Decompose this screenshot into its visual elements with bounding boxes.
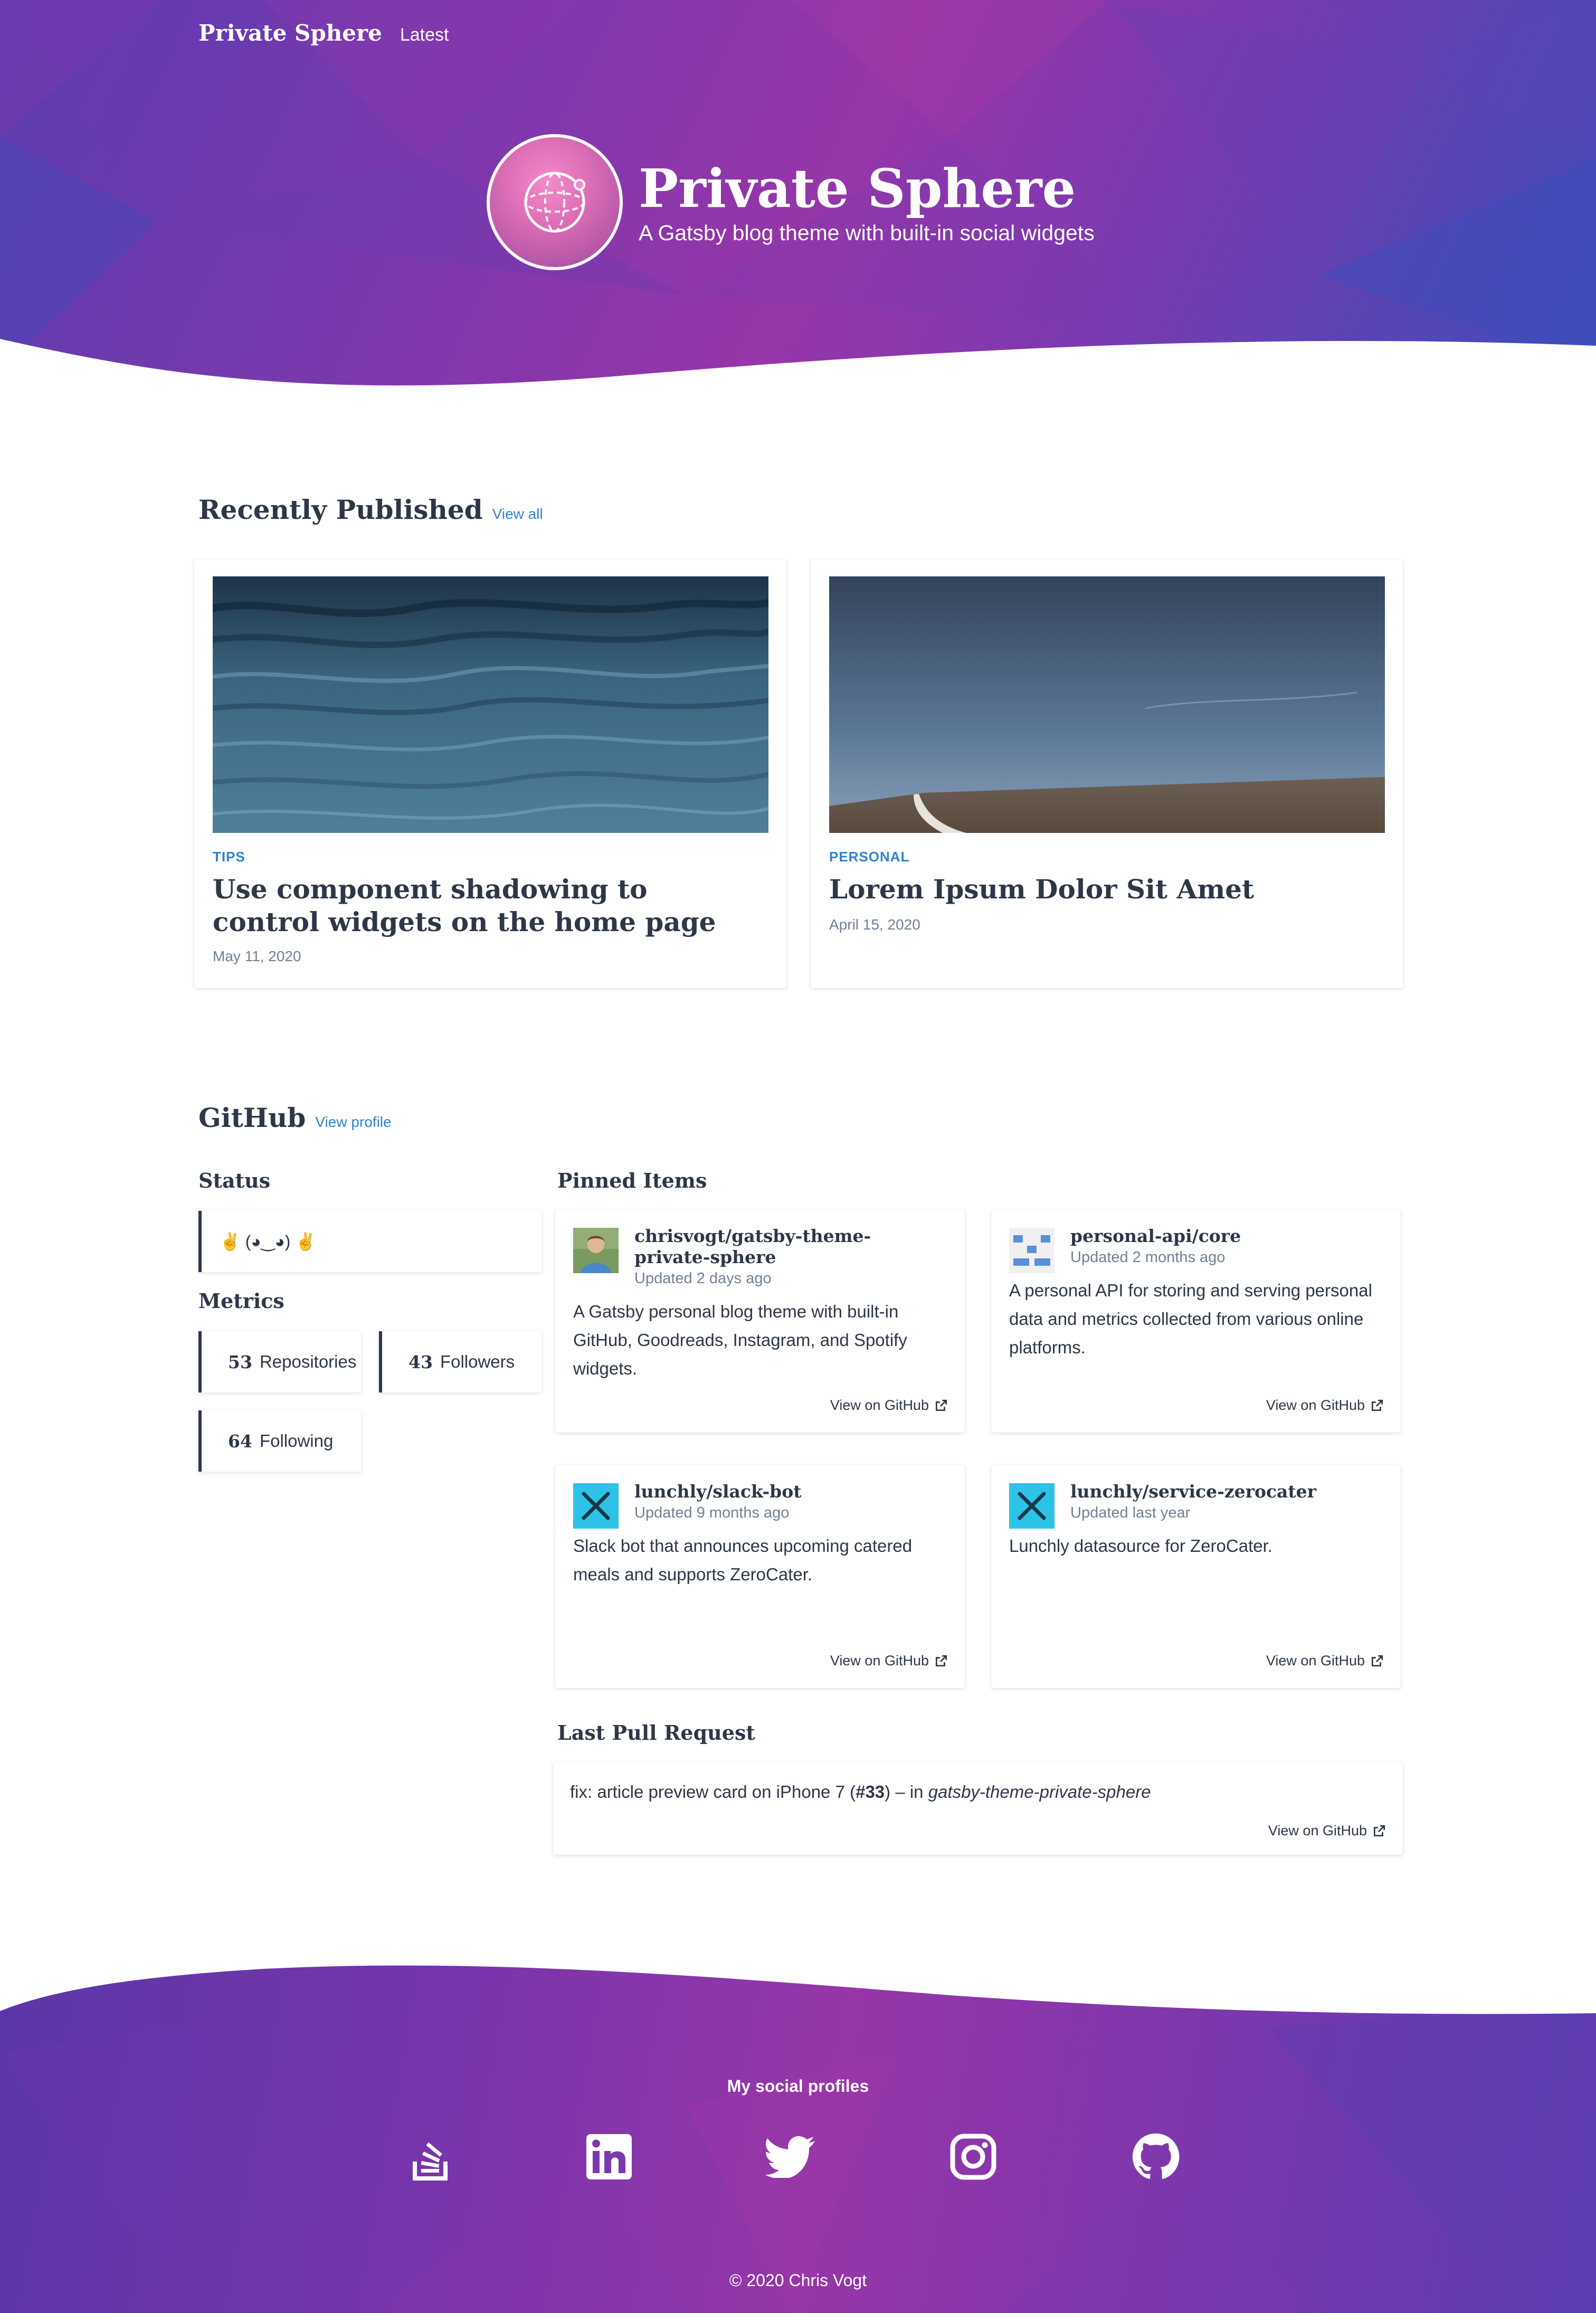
link-label: View on GitHub: [1268, 1823, 1367, 1838]
repo-card: lunchly/service-zerocater Updated last y…: [991, 1465, 1401, 1688]
hero-wave: [0, 339, 1596, 406]
external-link-icon: [935, 1655, 947, 1666]
metric-value: 43: [408, 1351, 433, 1372]
metric-repositories: 53 Repositories: [198, 1331, 361, 1392]
recent-title: Recently Published: [198, 494, 483, 525]
article-category[interactable]: PERSONAL: [829, 849, 909, 865]
hero-header: Private Sphere Latest Private Sphere A G…: [0, 0, 1596, 406]
copyright: © 2020 Chris Vogt: [729, 2271, 867, 2290]
repo-avatar-fork-knife: [1009, 1483, 1054, 1529]
metric-following: 64 Following: [198, 1410, 361, 1472]
repo-card: lunchly/slack-bot Updated 9 months ago S…: [555, 1465, 965, 1688]
article-title[interactable]: Use component shadowing to control widge…: [213, 873, 762, 939]
site-title: Private Sphere: [639, 157, 1076, 220]
avatar: [487, 134, 623, 270]
metric-label: Followers: [440, 1352, 515, 1371]
repo-card: chrisvogt/gatsby-theme-private-sphere Up…: [555, 1210, 965, 1433]
view-on-github-link[interactable]: View on GitHub: [830, 1397, 948, 1414]
view-on-github-link[interactable]: View on GitHub: [1268, 1823, 1386, 1839]
metrics-title: Metrics: [198, 1289, 284, 1313]
repo-description: Lunchly datasource for ZeroCater.: [1009, 1536, 1272, 1556]
status-box: ✌️ (◕‿◕) ✌️: [198, 1211, 542, 1272]
repo-description: A Gatsby personal blog theme with built-…: [573, 1302, 907, 1378]
instagram-icon[interactable]: [947, 2130, 1000, 2183]
footer-wave: [0, 1948, 1596, 2014]
repo-updated: Updated 2 days ago: [634, 1270, 772, 1287]
link-label: View on GitHub: [1266, 1653, 1365, 1669]
sphere-icon: [524, 172, 585, 233]
view-all-link[interactable]: View all: [492, 506, 543, 523]
last-pr-card: fix: article preview card on iPhone 7 (#…: [553, 1762, 1403, 1855]
repo-updated: Updated 2 months ago: [1070, 1249, 1226, 1266]
repo-updated: Updated 9 months ago: [634, 1504, 790, 1521]
metric-label: Following: [259, 1431, 334, 1451]
external-link-icon: [1373, 1825, 1385, 1836]
metric-value: 53: [228, 1351, 252, 1372]
status-text: ✌️ (◕‿◕) ✌️: [220, 1232, 317, 1251]
article-date: April 15, 2020: [829, 916, 920, 933]
github-title: GitHub: [198, 1102, 306, 1133]
hero-identity: Private Sphere A Gatsby blog theme with …: [487, 134, 1095, 270]
site-subtitle: A Gatsby blog theme with built-in social…: [639, 220, 1095, 245]
brand-link[interactable]: Private Sphere: [198, 20, 382, 46]
article-category[interactable]: TIPS: [213, 849, 245, 865]
link-label: View on GitHub: [1266, 1397, 1365, 1413]
pinned-title: Pinned Items: [557, 1169, 707, 1192]
repo-name[interactable]: lunchly/service-zerocater: [1070, 1481, 1366, 1502]
pr-number[interactable]: #33: [856, 1782, 885, 1802]
repo-card: personal-api/core Updated 2 months ago A…: [991, 1210, 1401, 1433]
article-card-2[interactable]: PERSONAL Lorem Ipsum Dolor Sit Amet Apri…: [811, 560, 1403, 988]
github-header: GitHub View profile: [198, 1102, 392, 1133]
nav-latest-link[interactable]: Latest: [400, 25, 449, 45]
repo-name[interactable]: lunchly/slack-bot: [634, 1481, 930, 1502]
repo-description: A personal API for storing and serving p…: [1009, 1281, 1372, 1357]
repo-updated: Updated last year: [1070, 1504, 1191, 1521]
twitter-icon[interactable]: [764, 2130, 817, 2183]
footer: My social profiles © 2020 Chris Vogt: [0, 1948, 1596, 2313]
linkedin-icon[interactable]: [583, 2130, 635, 2183]
github-icon[interactable]: [1129, 2130, 1182, 2183]
link-label: View on GitHub: [830, 1397, 929, 1413]
link-label: View on GitHub: [830, 1653, 929, 1669]
repo-description: Slack bot that announces upcoming catere…: [573, 1536, 913, 1584]
article-image-ocean: [213, 576, 768, 833]
article-date: May 11, 2020: [213, 948, 301, 964]
repo-name[interactable]: chrisvogt/gatsby-theme-private-sphere: [634, 1226, 930, 1268]
view-profile-link[interactable]: View profile: [315, 1114, 391, 1131]
article-card-1[interactable]: TIPS Use component shadowing to control …: [194, 560, 786, 988]
view-on-github-link[interactable]: View on GitHub: [1266, 1653, 1384, 1669]
metric-label: Repositories: [259, 1352, 357, 1371]
repo-avatar-fork-knife: [573, 1483, 619, 1529]
external-link-icon: [1371, 1399, 1383, 1411]
last-pr-title: Last Pull Request: [557, 1721, 755, 1745]
social-heading: My social profiles: [727, 2077, 869, 2096]
repo-avatar-photo: [573, 1228, 619, 1273]
pr-repo[interactable]: gatsby-theme-private-sphere: [928, 1782, 1151, 1802]
external-link-icon: [935, 1399, 947, 1411]
view-on-github-link[interactable]: View on GitHub: [830, 1653, 948, 1669]
repo-name[interactable]: personal-api/core: [1070, 1226, 1366, 1247]
status-title: Status: [198, 1169, 271, 1192]
article-title[interactable]: Lorem Ipsum Dolor Sit Amet: [829, 873, 1378, 906]
metric-value: 64: [228, 1430, 252, 1452]
pr-description: fix: article preview card on iPhone 7 (#…: [570, 1782, 1151, 1802]
stack-overflow-icon[interactable]: [405, 2130, 458, 2183]
article-image-field: [829, 576, 1385, 833]
view-on-github-link[interactable]: View on GitHub: [1266, 1397, 1384, 1414]
external-link-icon: [1371, 1655, 1383, 1666]
metric-followers: 43 Followers: [379, 1331, 542, 1392]
top-nav: Private Sphere Latest: [198, 20, 449, 46]
repo-avatar-identicon: [1009, 1228, 1054, 1273]
recent-header: Recently Published View all: [198, 494, 543, 525]
